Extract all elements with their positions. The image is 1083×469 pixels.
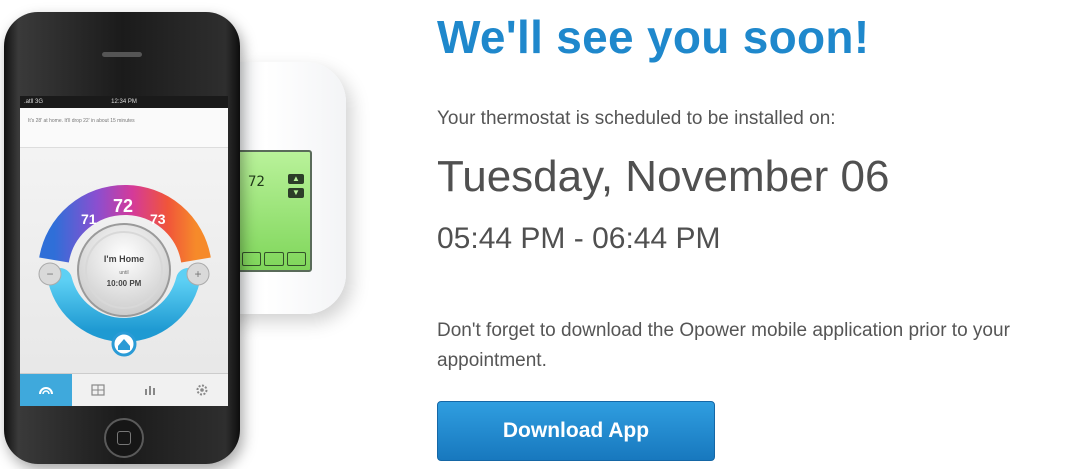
wall-thermostat-arrows: ▲ ▼ — [288, 174, 304, 202]
tab-usage[interactable] — [124, 374, 176, 406]
tab-settings[interactable] — [176, 374, 228, 406]
chart-icon — [145, 386, 155, 395]
mode-title: I'm Home — [104, 254, 144, 264]
phone-message: It's 28' at home. It'll drop 22' in abou… — [20, 108, 228, 148]
dial-temp-72: 72 — [113, 196, 133, 216]
dial-temp-71: 71 — [81, 211, 97, 227]
wall-thermostat-temp: 72 — [248, 174, 265, 190]
phone-screen: .atll 3G 12:34 PM It's 28' at home. It'l… — [20, 96, 228, 406]
tab-schedule[interactable] — [72, 374, 124, 406]
dial-icon — [39, 387, 53, 395]
appointment-date: Tuesday, November 06 — [437, 152, 890, 201]
plus-icon: + — [194, 267, 201, 281]
phone-home-button — [104, 418, 144, 458]
app-reminder-text: Don't forget to download the Opower mobi… — [437, 320, 1010, 371]
schedule-label: Your thermostat is scheduled to be insta… — [437, 108, 836, 129]
thermostat-dial: 71 72 73 I'm Home until 10:00 PM − + — [38, 185, 211, 357]
phone-speaker — [102, 52, 142, 57]
phone-status-bar: .atll 3G 12:34 PM — [20, 96, 228, 108]
arrow-up-icon: ▲ — [288, 174, 304, 184]
settings-icon — [196, 384, 208, 396]
dial-temp-73: 73 — [150, 211, 166, 227]
tab-dial[interactable] — [20, 374, 72, 406]
wall-thermostat-buttons — [242, 252, 306, 266]
status-time: 12:34 PM — [111, 99, 137, 105]
appointment-time: 05:44 PM - 06:44 PM — [437, 222, 721, 255]
calendar-icon — [91, 384, 105, 396]
smartphone: .atll 3G 12:34 PM It's 28' at home. It'l… — [4, 12, 240, 464]
phone-tab-bar — [20, 373, 228, 406]
page-title: We'll see you soon! — [437, 11, 870, 63]
confirmation-panel: We'll see you soon! Your thermostat is s… — [437, 0, 1083, 469]
arrow-down-icon: ▼ — [288, 188, 304, 198]
hero-illustration: 72 ▲ ▼ .atll 3G 12:34 PM It's 28' at hom… — [0, 0, 400, 469]
mode-until-time: 10:00 PM — [107, 279, 142, 288]
minus-icon: − — [46, 267, 53, 281]
mode-until-label: until — [119, 270, 128, 276]
download-app-button[interactable]: Download App — [437, 401, 715, 461]
wall-thermostat-display: 72 ▲ ▼ — [236, 150, 312, 272]
